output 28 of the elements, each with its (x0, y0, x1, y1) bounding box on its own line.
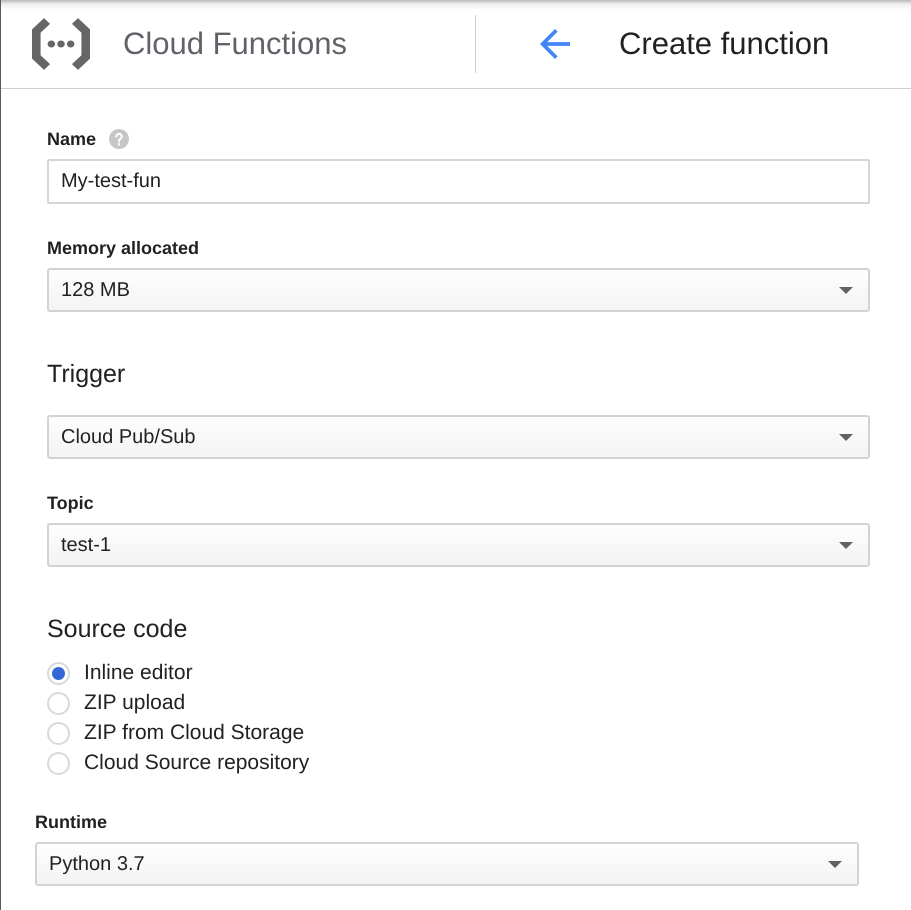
section-heading: Source code (47, 614, 188, 644)
radio-button[interactable] (47, 722, 70, 744)
page-title: Create function (619, 26, 830, 62)
brackets-logo-icon (32, 17, 90, 71)
dropdown[interactable]: Cloud Pub/Sub (47, 415, 870, 459)
radio-label[interactable]: Cloud Source repository (84, 751, 310, 775)
radio-button[interactable] (47, 662, 70, 684)
caret-icon (828, 860, 842, 868)
dropdown[interactable]: test-1 (47, 523, 870, 567)
dropdown[interactable]: Python 3.7 (35, 842, 859, 886)
radio-button[interactable] (47, 752, 70, 774)
caret-icon (839, 434, 853, 440)
radio-label[interactable]: Inline editor (84, 661, 193, 685)
section-heading: Trigger (47, 359, 126, 389)
radio-label[interactable]: ZIP from Cloud Storage (84, 721, 304, 745)
help-icon[interactable] (109, 129, 130, 149)
field-label: Topic (47, 492, 94, 514)
field-label: Name (47, 128, 96, 150)
caret-icon (839, 542, 853, 548)
field-label: Runtime (35, 811, 107, 833)
field-label: Memory allocated (47, 237, 200, 259)
radio-button[interactable] (47, 692, 70, 714)
radio-label[interactable]: ZIP upload (84, 691, 186, 715)
dropdown[interactable]: 128 MB (47, 268, 870, 312)
text-input[interactable]: My-test-fun (47, 159, 870, 204)
back-arrow-icon[interactable] (540, 29, 570, 59)
product-title: Cloud Functions (123, 26, 348, 62)
caret-icon (839, 286, 853, 294)
